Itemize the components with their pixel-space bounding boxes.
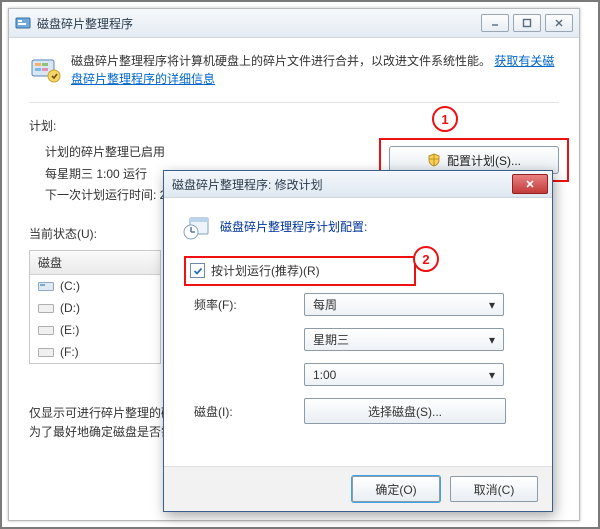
shield-icon — [427, 153, 441, 167]
dialog-footer: 确定(O) 取消(C) — [164, 466, 552, 511]
defrag-icon — [29, 52, 61, 84]
chevron-down-icon: ▾ — [489, 333, 499, 347]
chevron-down-icon: ▾ — [489, 368, 499, 382]
drive-icon — [38, 346, 54, 358]
frequency-select[interactable]: 每周 ▾ — [304, 293, 504, 316]
close-button[interactable] — [545, 14, 573, 32]
frequency-label: 频率(F): — [182, 296, 294, 313]
drive-table: 磁盘 (C:) (D:) (E:) (F:) — [29, 250, 161, 364]
dialog-titlebar: 磁盘碎片整理程序: 修改计划 — [164, 171, 552, 198]
ok-button[interactable]: 确定(O) — [352, 476, 440, 502]
modify-schedule-dialog: 磁盘碎片整理程序: 修改计划 磁盘碎片整理程序计划配置: 按 — [163, 170, 553, 512]
drive-icon — [38, 302, 54, 314]
intro-text: 磁盘碎片整理程序将计算机硬盘上的碎片文件进行合并，以改进文件系统性能。 — [71, 54, 491, 68]
app-icon — [15, 15, 31, 31]
drive-label: (E:) — [60, 323, 79, 337]
schedule-label: 计划: — [29, 117, 559, 134]
main-title: 磁盘碎片整理程序 — [37, 15, 481, 32]
drive-icon — [38, 280, 54, 292]
drive-icon — [38, 324, 54, 336]
main-titlebar: 磁盘碎片整理程序 — [9, 9, 579, 38]
drive-row[interactable]: (F:) — [30, 341, 160, 363]
drive-label: (D:) — [60, 301, 80, 315]
schedule-heading: 计划的碎片整理已启用 — [45, 142, 379, 164]
drive-row[interactable]: (E:) — [30, 319, 160, 341]
select-disks-button[interactable]: 选择磁盘(S)... — [304, 398, 506, 424]
dialog-title: 磁盘碎片整理程序: 修改计划 — [172, 176, 512, 193]
intro-section: 磁盘碎片整理程序将计算机硬盘上的碎片文件进行合并，以改进文件系统性能。 获取有关… — [29, 52, 559, 103]
minimize-button[interactable] — [481, 14, 509, 32]
day-select[interactable]: 星期三 ▾ — [304, 328, 504, 351]
dialog-close-button[interactable] — [512, 174, 548, 194]
dialog-heading: 磁盘碎片整理程序计划配置: — [220, 218, 367, 235]
disks-label: 磁盘(I): — [182, 403, 294, 420]
schedule-icon — [182, 212, 210, 240]
drive-row[interactable]: (C:) — [30, 275, 160, 297]
run-on-schedule-checkbox[interactable] — [190, 263, 205, 278]
drive-row[interactable]: (D:) — [30, 297, 160, 319]
cancel-button[interactable]: 取消(C) — [450, 476, 538, 502]
time-select[interactable]: 1:00 ▾ — [304, 363, 504, 386]
chevron-down-icon: ▾ — [489, 298, 499, 312]
run-on-schedule-label: 按计划运行(推荐)(R) — [211, 262, 320, 279]
drive-label: (C:) — [60, 279, 80, 293]
maximize-button[interactable] — [513, 14, 541, 32]
drive-label: (F:) — [60, 345, 79, 359]
drive-table-header[interactable]: 磁盘 — [30, 251, 160, 275]
